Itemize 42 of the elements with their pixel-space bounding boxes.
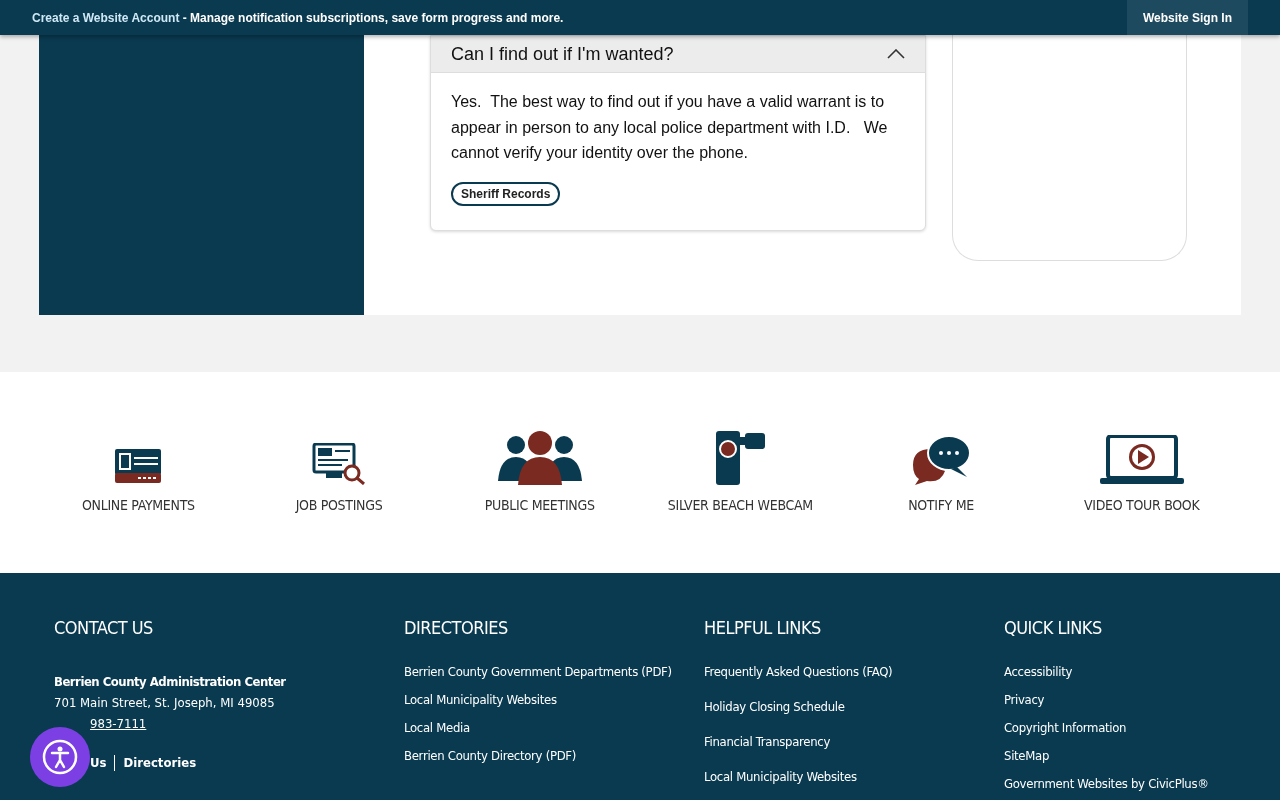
contact-link[interactable]: Directories xyxy=(123,755,197,771)
footer-link[interactable]: Frequently Asked Questions (FAQ) xyxy=(704,664,1004,679)
monitor-magnifier-icon xyxy=(312,443,366,485)
quick-link-label[interactable]: VIDEO TOUR BOOK xyxy=(1083,497,1200,513)
quick-link-label[interactable]: JOB POSTINGS xyxy=(295,497,383,513)
contact-address: 701 Main Street, St. Joseph, MI 49085 xyxy=(54,695,276,710)
footer-link[interactable]: Holiday Closing Schedule xyxy=(704,699,1004,714)
contact-link[interactable]: Us xyxy=(90,755,107,771)
accessibility-icon xyxy=(42,739,78,775)
footer-link[interactable]: Berrien County Government Departments (PDF) xyxy=(404,664,704,679)
footer-link[interactable]: SiteMap xyxy=(1004,748,1280,763)
laptop-play-icon xyxy=(1099,435,1184,485)
footer-heading: HELPFUL LINKS xyxy=(704,617,822,638)
quick-link-label[interactable]: PUBLIC MEETINGS xyxy=(484,497,595,513)
footer-heading: CONTACT US xyxy=(54,617,154,638)
footer-link[interactable]: Government Websites by CivicPlus® xyxy=(1004,776,1280,791)
footer-heading: DIRECTORIES xyxy=(404,617,509,638)
footer-link[interactable]: Berrien County Directory (PDF) xyxy=(404,748,704,763)
footer-link[interactable]: Local Municipality Websites xyxy=(404,692,704,707)
footer-link[interactable]: Accessibility xyxy=(1004,664,1280,679)
quick-link-label[interactable]: ONLINE PAYMENTS xyxy=(81,497,195,513)
footer-link[interactable]: Local Municipality Websites xyxy=(704,769,1004,784)
footer-link[interactable]: Local Media xyxy=(404,720,704,735)
contact-name: Berrien County Administration Center xyxy=(54,674,287,689)
video-camera-icon xyxy=(714,431,767,485)
footer-link[interactable]: Copyright Information xyxy=(1004,720,1280,735)
quick-link-label[interactable]: NOTIFY ME xyxy=(908,497,974,513)
footer-link[interactable]: Privacy xyxy=(1004,692,1280,707)
speech-bubbles-icon xyxy=(911,435,971,485)
category-tag[interactable]: Sheriff Records xyxy=(451,181,561,206)
footer-link[interactable]: Financial Transparency xyxy=(704,734,1004,749)
faq-answer-text: Yes. The best way to find out if you have a valid warrant is to appear in person to any local police department with I.D. We cannot verify your identity over the phone. xyxy=(451,92,889,163)
footer-heading: QUICK LINKS xyxy=(1004,617,1103,638)
people-group-icon xyxy=(497,429,582,485)
payment-card-icon xyxy=(114,449,163,485)
chevron-icon xyxy=(887,49,905,59)
account-banner-text: Create a Website Account - Manage notification subscriptions, save form progress and more. xyxy=(32,10,564,25)
phone-link[interactable]: 983-7111 xyxy=(90,716,147,731)
quick-link-label[interactable]: SILVER BEACH WEBCAM xyxy=(667,497,813,513)
create-account-link[interactable]: Create a Website Account xyxy=(32,10,180,25)
faq-question-header[interactable]: Can I find out if I'm wanted? xyxy=(431,36,925,73)
sign-in-button[interactable]: Website Sign In xyxy=(1126,0,1248,35)
